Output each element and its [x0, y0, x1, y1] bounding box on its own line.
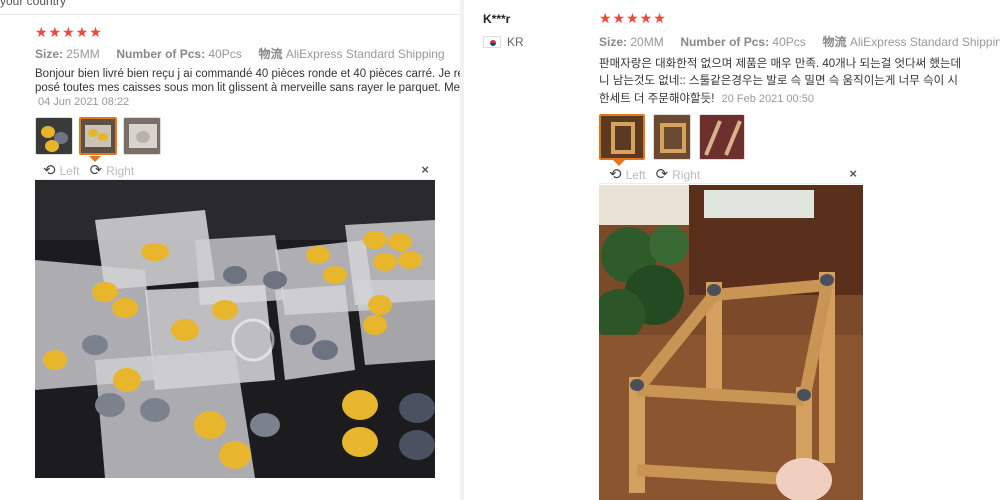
review-text-last-line: 한세트 더 주문해야할듯! 20 Feb 2021 00:50: [599, 90, 814, 106]
reviewer-country: KR: [483, 35, 524, 49]
rotate-left-button[interactable]: ⟲ Left: [609, 167, 646, 182]
shipping-label: 物流: [258, 47, 283, 61]
rotate-right-button[interactable]: ⟳ Right: [90, 163, 135, 178]
thumbnail-strip: [35, 117, 161, 155]
review-page: your country ★★★★★ Size: 25MM Number of …: [0, 0, 1000, 500]
rotate-right-icon: ⟳: [89, 162, 103, 179]
close-icon[interactable]: ×: [849, 166, 857, 181]
review-photo-large: [599, 185, 863, 500]
size-value: 25MM: [66, 47, 100, 61]
review-thumbnail[interactable]: [35, 117, 73, 155]
size-label: Size:: [599, 35, 628, 49]
shipping-label: 物流: [822, 35, 847, 49]
review-photo-image: [599, 185, 863, 500]
rotate-right-icon: ⟳: [655, 166, 669, 183]
thumbnail-image: [36, 118, 72, 154]
review-thumbnail[interactable]: [699, 114, 745, 160]
size-label: Size:: [35, 47, 64, 61]
review-attributes: Size: 20MM Number of Pcs: 40Pcs 物流 AliEx…: [599, 33, 1000, 50]
size-value: 20MM: [630, 35, 664, 49]
thumbnail-strip: [599, 114, 745, 160]
reviewer-name: K***r: [483, 12, 511, 26]
review-text-line: 판매자랑은 대화한적 없으며 제품은 매우 만족. 40개나 되는걸 엇다써 했…: [599, 58, 962, 70]
right-review-pane: K***r KR ★★★★★ Size: 20MM Number of Pcs:…: [464, 0, 1000, 500]
review-thumbnail-active[interactable]: [599, 114, 645, 160]
thumbnail-image: [601, 116, 643, 158]
left-review-pane: your country ★★★★★ Size: 25MM Number of …: [0, 0, 460, 500]
kr-flag-icon: [483, 36, 501, 48]
thumbnail-image: [81, 119, 115, 153]
review-text-line: 한세트 더 주문해야할듯!: [599, 93, 715, 105]
close-icon[interactable]: ×: [421, 162, 429, 177]
thumbnail-image: [124, 118, 160, 154]
rotate-right-label: Right: [106, 163, 135, 178]
rotate-left-button[interactable]: ⟲ Left: [43, 163, 80, 178]
thumbnail-image: [700, 115, 744, 159]
review-date: 04 Jun 2021 08:22: [38, 96, 130, 108]
image-viewer-toolbar: ⟲ Left ⟳ Right ×: [599, 166, 863, 184]
pcs-label: Number of Pcs:: [680, 35, 770, 49]
country-code: KR: [507, 35, 524, 49]
review-thumbnail[interactable]: [653, 114, 691, 160]
shipping-value: AliExpress Standard Shipping: [285, 47, 445, 61]
star-rating: ★★★★★: [35, 24, 103, 40]
rotate-left-label: Left: [625, 167, 646, 182]
star-rating: ★★★★★: [599, 10, 667, 26]
review-text-line: 니 남는것도 없네:: 스툴같은경우는 발로 슥 밀면 슥 움직이는게 너무 슥…: [599, 75, 958, 87]
divider: [0, 14, 460, 15]
review-photo-large: [35, 180, 435, 478]
pcs-value: 40Pcs: [772, 35, 806, 49]
pcs-value: 40Pcs: [208, 47, 242, 61]
header-country-text: your country: [0, 0, 67, 8]
rotate-right-button[interactable]: ⟳ Right: [656, 167, 701, 182]
rotate-left-icon: ⟲: [43, 162, 56, 179]
rotate-left-label: Left: [59, 163, 80, 178]
review-attributes: Size: 25MM Number of Pcs: 40Pcs 物流 AliEx…: [35, 45, 445, 62]
image-viewer-toolbar: ⟲ Left ⟳ Right ×: [35, 162, 435, 180]
review-thumbnail-active[interactable]: [79, 117, 117, 155]
thumbnail-image: [654, 115, 690, 159]
shipping-value: AliExpress Standard Shipping: [849, 35, 1000, 49]
review-photo-image: [35, 180, 435, 478]
rotate-left-icon: ⟲: [609, 166, 622, 183]
review-date: 20 Feb 2021 00:50: [721, 93, 814, 105]
review-thumbnail[interactable]: [123, 117, 161, 155]
pcs-label: Number of Pcs:: [116, 47, 206, 61]
rotate-right-label: Right: [672, 167, 701, 182]
